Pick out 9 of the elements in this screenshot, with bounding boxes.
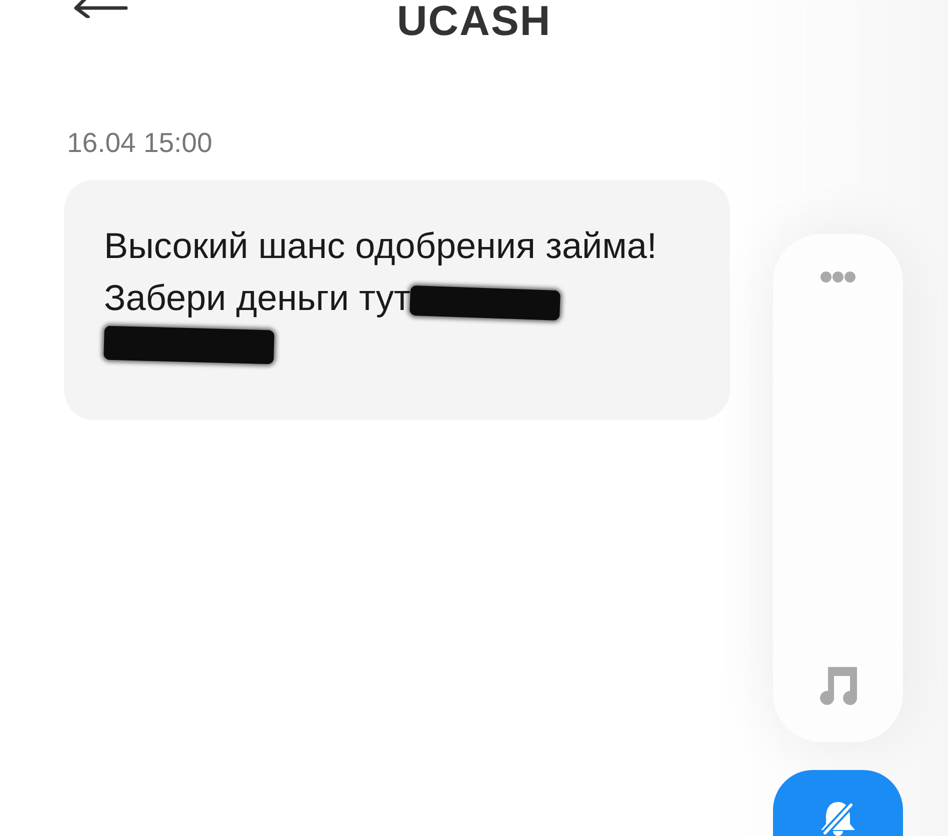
muted-bell-icon <box>818 800 858 836</box>
message-timestamp: 16.04 15:00 <box>67 126 212 160</box>
volume-slider-track[interactable] <box>773 234 903 742</box>
back-arrow-icon[interactable] <box>72 0 128 18</box>
ringer-button[interactable] <box>773 770 903 836</box>
more-dots-icon[interactable] <box>820 271 856 283</box>
music-note-icon[interactable] <box>819 667 857 705</box>
chat-title: UCASH <box>396 0 552 42</box>
message-text: Высокий шанс одобрения займа! Забери деньги тут <box>104 225 657 318</box>
